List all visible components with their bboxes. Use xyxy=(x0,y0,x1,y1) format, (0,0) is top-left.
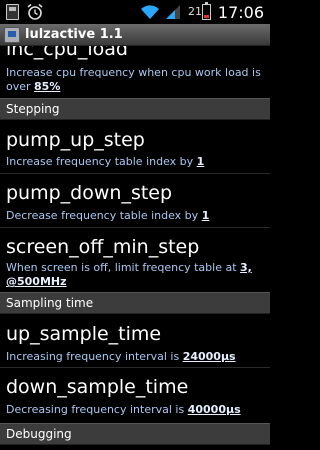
pref-value: 85% xyxy=(34,80,61,93)
pref-title: screen_off_min_step xyxy=(6,236,200,258)
pref-value: 40000µs xyxy=(187,403,241,416)
sd-card-icon xyxy=(6,4,19,20)
pref-value: 24000µs xyxy=(182,350,236,363)
pref-value: 1 xyxy=(201,209,210,222)
wifi-icon xyxy=(141,5,159,20)
pref-title: pump_up_step xyxy=(6,129,145,151)
category-title: Stepping xyxy=(6,102,60,116)
pref-summary: When screen is off, limit freqency table… xyxy=(6,261,252,288)
preferences-list[interactable]: inc_cpu_load Increase cpu frequency when… xyxy=(0,46,270,450)
pref-summary: Increase cpu frequency when cpu work loa… xyxy=(6,66,261,93)
category-debugging: Debugging xyxy=(0,423,270,445)
pref-summary: Increasing frequency interval is 24000µs xyxy=(6,350,236,363)
pref-summary: Decrease frequency table index by 1 xyxy=(6,209,210,222)
pref-title: down_sample_time xyxy=(6,376,189,398)
battery-icon xyxy=(202,2,211,20)
pref-screen-off-min-step[interactable]: screen_off_min_step When screen is off, … xyxy=(0,228,270,290)
pref-title: pump_down_step xyxy=(6,182,173,204)
battery-level-text: 21 xyxy=(188,5,202,18)
pref-summary: Increase frequency table index by 1 xyxy=(6,155,205,168)
pref-summary: Decreasing frequency interval is 40000µs xyxy=(6,403,241,416)
pref-title: up_sample_time xyxy=(6,323,162,345)
pref-up-sample-time[interactable]: up_sample_time Increasing frequency inte… xyxy=(0,315,270,367)
status-bar: 21 17:06 xyxy=(0,0,270,24)
category-title: Sampling time xyxy=(6,296,94,310)
pref-pump-up-step[interactable]: pump_up_step Increase frequency table in… xyxy=(0,121,270,173)
pref-down-sample-time[interactable]: down_sample_time Decreasing frequency in… xyxy=(0,368,270,422)
category-title: Debugging xyxy=(6,427,72,441)
app-title-bar: lulzactive 1.1 xyxy=(0,24,270,46)
pref-value: 1 xyxy=(196,155,205,168)
pref-title: inc_cpu_load xyxy=(6,46,128,60)
app-icon xyxy=(4,27,20,43)
alarm-clock-icon xyxy=(27,3,43,20)
pref-inc-cpu-load[interactable]: inc_cpu_load Increase cpu frequency when… xyxy=(0,46,270,96)
pref-pump-down-step[interactable]: pump_down_step Decrease frequency table … xyxy=(0,174,270,227)
app-title: lulzactive 1.1 xyxy=(25,27,123,42)
signal-strength-icon xyxy=(166,5,180,19)
category-stepping: Stepping xyxy=(0,98,270,120)
clock-time: 17:06 xyxy=(217,3,264,22)
category-sampling-time: Sampling time xyxy=(0,292,270,314)
